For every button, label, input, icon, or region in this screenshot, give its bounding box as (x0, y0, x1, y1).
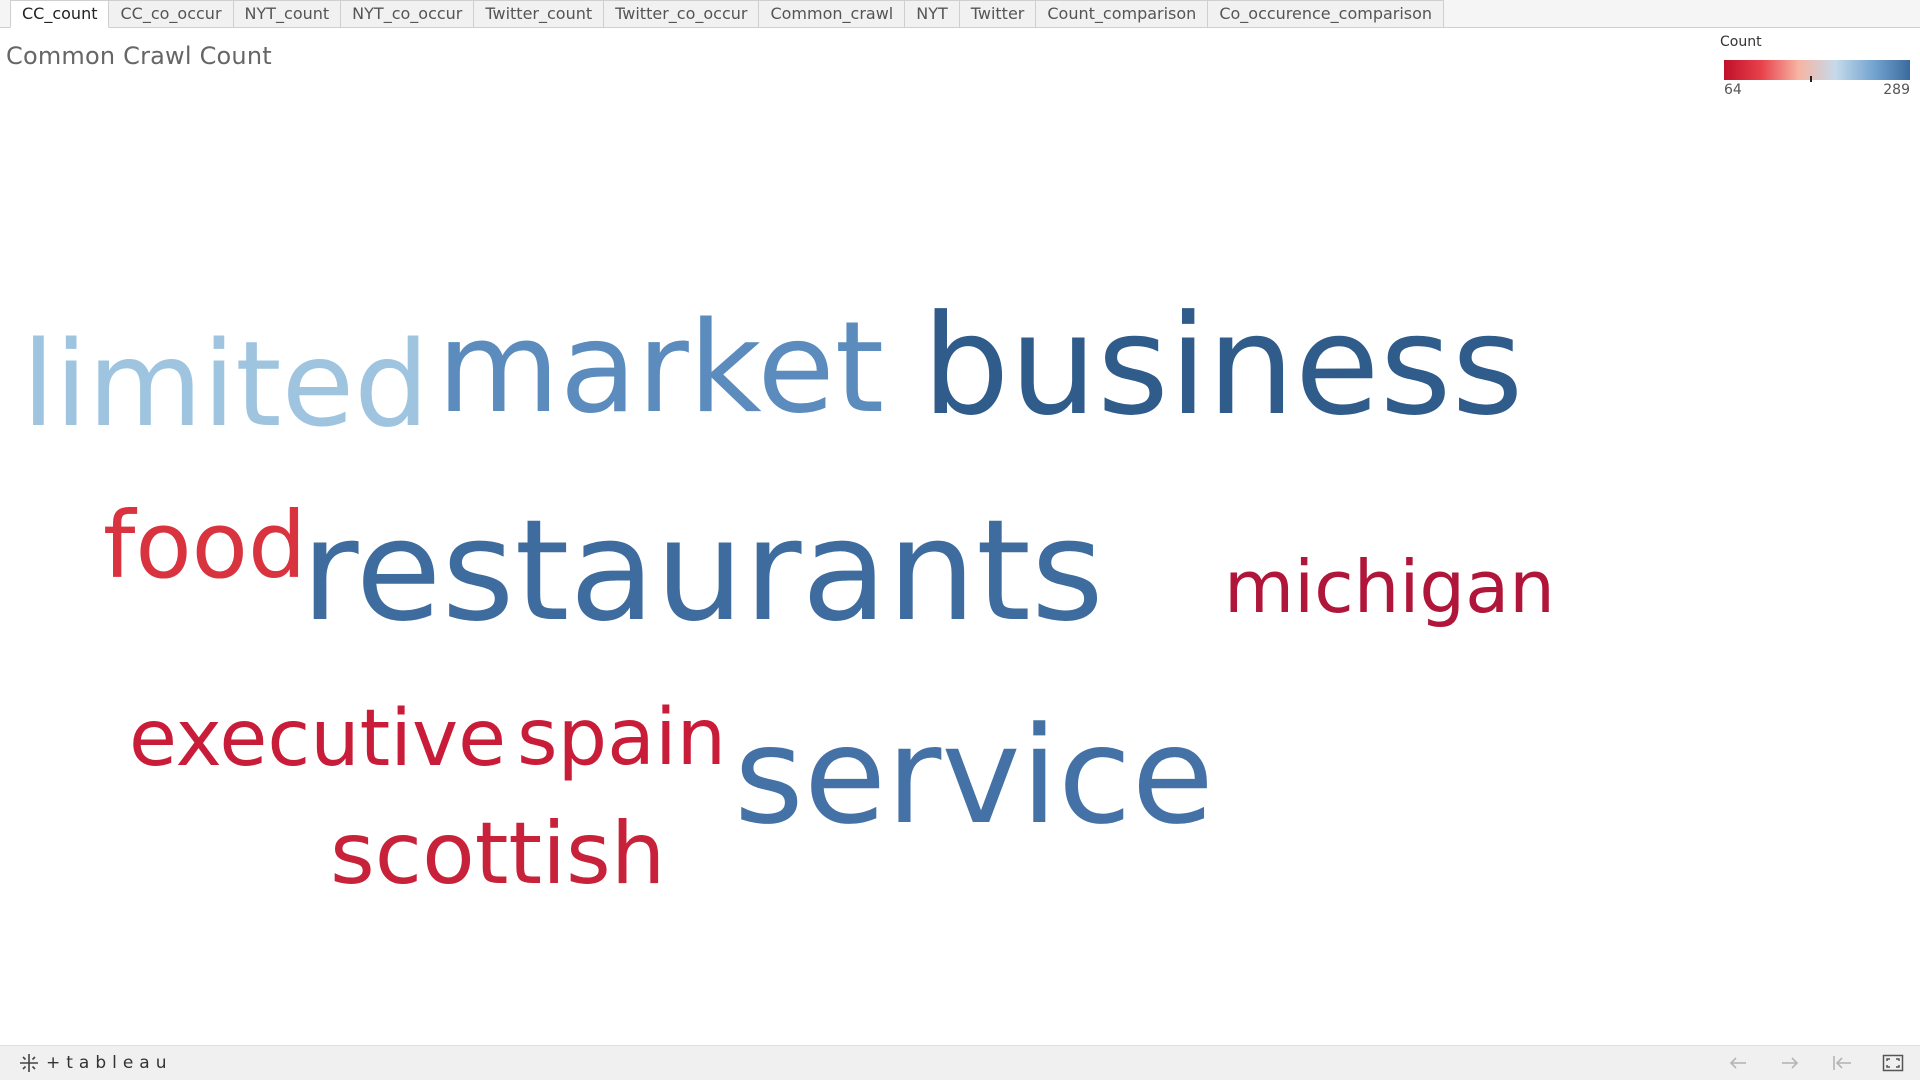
footer-toolbar: +tableau (0, 1045, 1920, 1080)
tableau-cross-icon (18, 1052, 40, 1074)
tab-co-occurence-comparison[interactable]: Co_occurence_comparison (1208, 0, 1445, 28)
tab-cc-count[interactable]: CC_count (10, 0, 110, 28)
tab-nyt-co-occur[interactable]: NYT_co_occur (341, 0, 475, 28)
tableau-logo[interactable]: +tableau (18, 1052, 173, 1074)
fullscreen-icon[interactable] (1880, 1052, 1906, 1074)
tab-twitter[interactable]: Twitter (959, 0, 1037, 28)
sheet-tabs: CC_count CC_co_occur NYT_count NYT_co_oc… (10, 0, 1445, 28)
tab-nyt[interactable]: NYT (905, 0, 960, 28)
word-business[interactable]: business (922, 297, 1523, 435)
tab-cc-co-occur[interactable]: CC_co_occur (109, 0, 234, 28)
word-food[interactable]: food (103, 500, 306, 592)
tab-common-crawl[interactable]: Common_crawl (759, 0, 906, 28)
word-service[interactable]: service (734, 709, 1214, 843)
word-michigan[interactable]: michigan (1224, 551, 1555, 623)
undo-icon[interactable] (1725, 1052, 1751, 1074)
word-executive[interactable]: executive (129, 700, 506, 778)
revert-icon[interactable] (1829, 1052, 1855, 1074)
word-cloud: limited market business food restaurants… (0, 28, 1920, 1045)
word-restaurants[interactable]: restaurants (301, 502, 1104, 642)
word-scottish[interactable]: scottish (330, 811, 665, 897)
word-limited[interactable]: limited (22, 325, 429, 443)
tableau-wordmark: +tableau (46, 1053, 173, 1073)
tab-count-comparison[interactable]: Count_comparison (1036, 0, 1209, 28)
tab-twitter-co-occur[interactable]: Twitter_co_occur (604, 0, 760, 28)
word-spain[interactable]: spain (517, 699, 726, 777)
redo-icon[interactable] (1777, 1052, 1803, 1074)
tab-nyt-count[interactable]: NYT_count (233, 0, 342, 28)
tab-twitter-count[interactable]: Twitter_count (474, 0, 605, 28)
sheet-tab-bar: CC_count CC_co_occur NYT_count NYT_co_oc… (0, 0, 1920, 28)
word-market[interactable]: market (437, 305, 884, 431)
